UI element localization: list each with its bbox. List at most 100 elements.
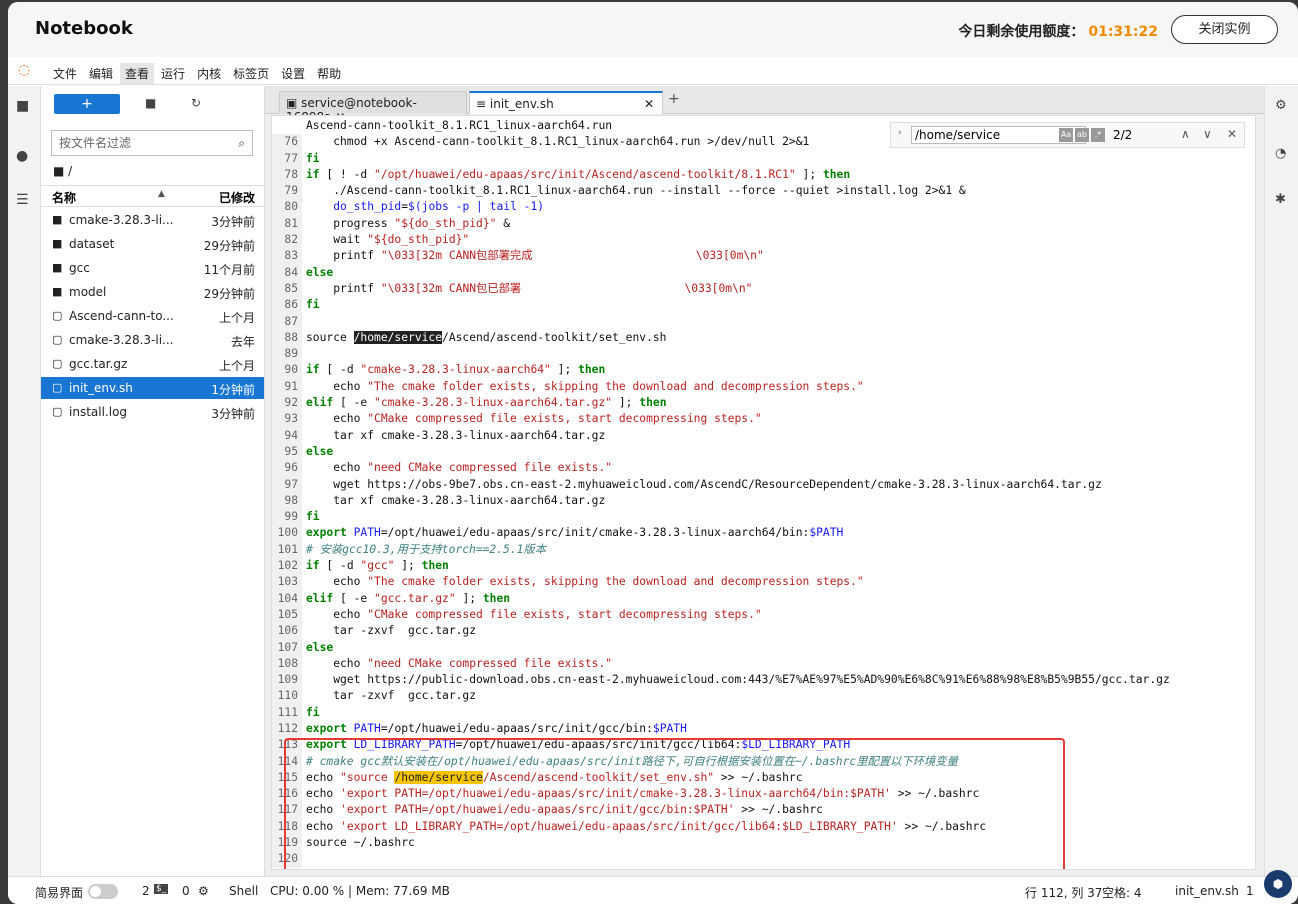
file-row[interactable]: ▢ gcc.tar.gz 上个月 bbox=[41, 353, 264, 375]
tab-terminal[interactable]: ▣ service@notebook-16898a ✕ bbox=[279, 91, 467, 124]
gauge-icon[interactable]: ◔ bbox=[1275, 146, 1286, 161]
terminal-count[interactable]: 2 bbox=[142, 884, 150, 898]
code-line: 79 ./Ascend-cann-toolkit_8.1.RC1_linux-a… bbox=[272, 183, 1170, 200]
file-modified: 1分钟前 bbox=[211, 383, 255, 397]
code-line: 87 bbox=[272, 313, 1170, 330]
running-icon[interactable]: ● bbox=[16, 148, 28, 164]
menu-items: 文件 编辑 查看 运行 内核 标签页 设置 帮助 bbox=[48, 63, 348, 84]
file-row[interactable]: ▢ cmake-3.28.3-li... 去年 bbox=[41, 329, 264, 351]
menu-item[interactable]: 运行 bbox=[156, 63, 190, 84]
line-text: elif [ -e "cmake-3.28.3-linux-aarch64.ta… bbox=[306, 396, 667, 410]
expand-replace-icon[interactable]: › bbox=[898, 128, 902, 138]
line-number: 86 bbox=[272, 297, 302, 314]
line-text: fi bbox=[306, 151, 320, 165]
file-row[interactable]: ■ gcc 11个月前 bbox=[41, 257, 264, 279]
file-name: cmake-3.28.3-li... bbox=[69, 333, 174, 347]
file-row[interactable]: ■ dataset 29分钟前 bbox=[41, 233, 264, 255]
menu-item[interactable]: 设置 bbox=[276, 63, 310, 84]
folder-icon: ■ bbox=[52, 285, 63, 298]
file-row[interactable]: ▢ Ascend-cann-to... 上个月 bbox=[41, 305, 264, 327]
kernel-count[interactable]: 0 bbox=[182, 884, 190, 898]
left-activity-bar: ■ ● ☰ bbox=[8, 86, 41, 876]
file-text-icon: ≡ bbox=[476, 97, 487, 111]
line-text: ./Ascend-cann-toolkit_8.1.RC1_linux-aarc… bbox=[306, 184, 966, 198]
top-bar: Notebook 今日剩余使用额度： 01:31:22 关闭实例 bbox=[8, 2, 1298, 57]
simple-mode-toggle[interactable] bbox=[88, 884, 118, 899]
menu-item[interactable]: 查看 bbox=[120, 63, 155, 84]
code-line: 102 if [ -d "gcc" ]; then bbox=[272, 558, 1170, 575]
code-line: 93 echo "CMake compressed file exists, s… bbox=[272, 411, 1170, 428]
line-text: source /home/service/Ascend/ascend-toolk… bbox=[306, 330, 667, 344]
line-number: 97 bbox=[272, 476, 302, 493]
line-text: tar -zxvf gcc.tar.gz bbox=[306, 689, 477, 703]
code-editor[interactable]: Ascend-cann-toolkit_8.1.RC1_linux-aarch6… bbox=[271, 115, 1256, 870]
code-line: 80 do_sth_pid=$(jobs -p | tail -1) bbox=[272, 199, 1170, 216]
file-list-header: 名称 ▲ 已修改 bbox=[41, 185, 264, 207]
close-icon[interactable]: ✕ bbox=[1227, 127, 1237, 141]
menu-item[interactable]: 标签页 bbox=[228, 63, 274, 84]
line-text: if [ -d "gcc" ]; then bbox=[306, 559, 449, 573]
column-name[interactable]: 名称 bbox=[52, 189, 76, 206]
tab-bar: ▣ service@notebook-16898a ✕ ≡ init_env.s… bbox=[265, 86, 1264, 124]
new-launcher-button[interactable]: + bbox=[54, 94, 120, 114]
file-row[interactable]: ■ cmake-3.28.3-li... 3分钟前 bbox=[41, 209, 264, 231]
line-text: export PATH=/opt/huawei/edu-apaas/src/in… bbox=[306, 526, 844, 540]
refresh-icon[interactable]: ↻ bbox=[191, 96, 201, 110]
folder-icon[interactable]: ■ bbox=[16, 98, 29, 114]
file-row[interactable]: ▢ init_env.sh 1分钟前 bbox=[41, 377, 264, 399]
right-activity-bar: ⚙ ◔ ✱ bbox=[1264, 86, 1298, 876]
menu-item[interactable]: 帮助 bbox=[312, 63, 346, 84]
previous-match-icon[interactable]: ∧ bbox=[1181, 127, 1190, 141]
menu-item[interactable]: 编辑 bbox=[84, 63, 118, 84]
filter-placeholder: 按文件名过滤 bbox=[59, 136, 132, 150]
line-text: fi bbox=[306, 298, 320, 312]
folder-icon: ■ bbox=[53, 164, 65, 178]
file-name: dataset bbox=[69, 237, 115, 251]
file-row[interactable]: ■ model 29分钟前 bbox=[41, 281, 264, 303]
code-line: 89 bbox=[272, 346, 1170, 363]
file-icon: ▢ bbox=[52, 381, 63, 394]
menu-item[interactable]: 内核 bbox=[192, 63, 226, 84]
close-icon[interactable]: ✕ bbox=[644, 97, 654, 111]
line-number: 77 bbox=[272, 150, 302, 167]
code-line: 99 fi bbox=[272, 509, 1170, 526]
next-match-icon[interactable]: ∨ bbox=[1203, 127, 1212, 141]
match-case-icon[interactable]: Aa bbox=[1059, 128, 1073, 142]
code-line: 109 wget https://public-download.obs.cn-… bbox=[272, 672, 1170, 689]
line-number: 112 bbox=[272, 720, 302, 738]
filter-input[interactable]: 按文件名过滤 ⌕ bbox=[51, 130, 253, 156]
menu-item[interactable]: 文件 bbox=[48, 63, 82, 84]
file-name: init_env.sh bbox=[69, 381, 133, 395]
column-modified[interactable]: 已修改 bbox=[219, 189, 255, 206]
code-line: 82 wait "${do_sth_pid}" bbox=[272, 232, 1170, 249]
breadcrumb[interactable]: ■ / bbox=[53, 164, 72, 178]
line-number: 93 bbox=[272, 411, 302, 428]
assistant-icon[interactable]: ⬢ bbox=[1264, 870, 1292, 898]
line-number: 79 bbox=[272, 183, 302, 200]
kernel-gear-icon: ⚙ bbox=[198, 884, 209, 898]
file-row[interactable]: ▢ install.log 3分钟前 bbox=[41, 401, 264, 423]
highlight-box bbox=[284, 738, 1065, 869]
property-inspector-icon[interactable]: ⚙ bbox=[1275, 98, 1287, 113]
tab-init-env[interactable]: ≡ init_env.sh ✕ bbox=[469, 91, 663, 114]
close-instance-button[interactable]: 关闭实例 bbox=[1171, 15, 1278, 44]
status-filename: init_env.sh bbox=[1175, 884, 1239, 898]
file-browser-toolbar: + ■ ↻ bbox=[41, 86, 264, 120]
cursor-position[interactable]: 行 112, 列 37 bbox=[1025, 884, 1102, 901]
shell-label: Shell bbox=[229, 884, 259, 898]
whole-word-icon[interactable]: ab bbox=[1075, 128, 1089, 142]
folder-icon: ■ bbox=[52, 261, 63, 274]
line-number: 82 bbox=[272, 232, 302, 249]
debugger-icon[interactable]: ✱ bbox=[1275, 192, 1286, 207]
indent-setting[interactable]: 空格: 4 bbox=[1102, 884, 1142, 901]
main-area: ▣ service@notebook-16898a ✕ ≡ init_env.s… bbox=[265, 86, 1264, 876]
file-name: model bbox=[69, 285, 107, 299]
add-tab-icon[interactable]: + bbox=[668, 91, 680, 107]
regex-icon[interactable]: .* bbox=[1091, 128, 1105, 142]
toc-icon[interactable]: ☰ bbox=[16, 192, 29, 208]
line-number: 109 bbox=[272, 672, 302, 689]
line-text: fi bbox=[306, 705, 320, 719]
new-folder-icon[interactable]: ■ bbox=[145, 96, 156, 110]
code-line: 84 else bbox=[272, 264, 1170, 281]
line-text: elif [ -e "gcc.tar.gz" ]; then bbox=[306, 591, 511, 605]
